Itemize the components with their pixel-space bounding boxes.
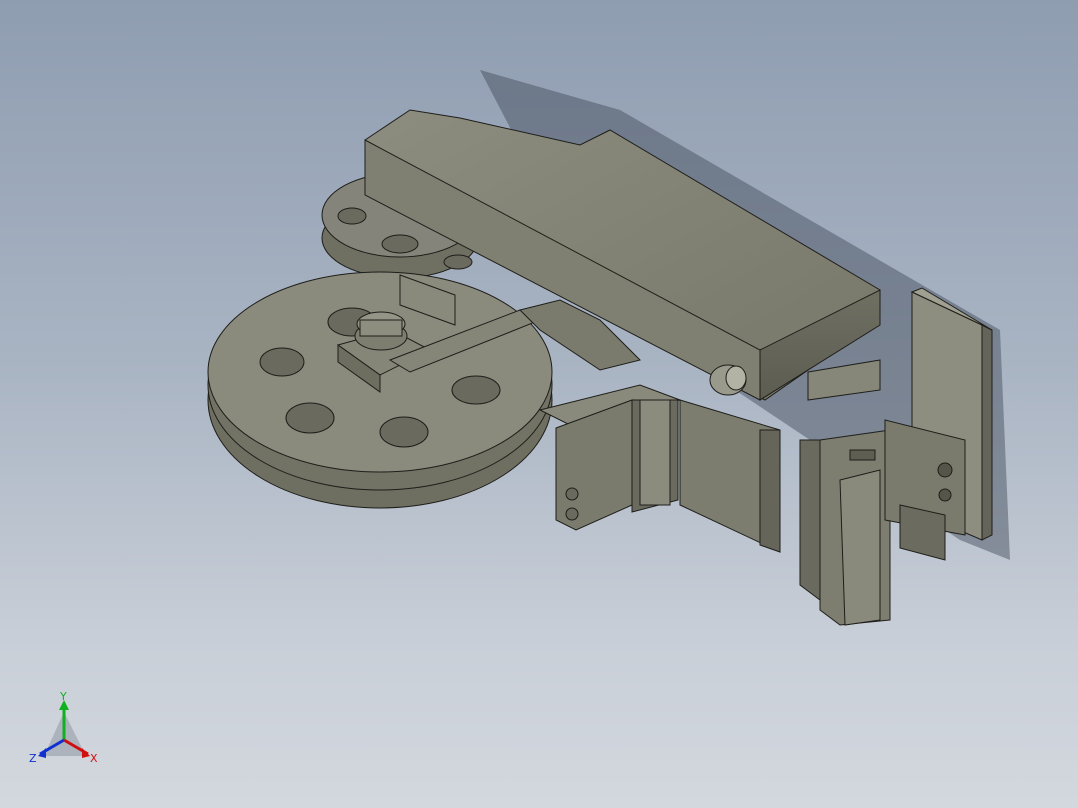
x-axis-arrow xyxy=(82,748,90,758)
adjust-knob[interactable] xyxy=(709,364,747,396)
mechanism-model[interactable] xyxy=(0,0,1078,808)
guide-panel xyxy=(679,399,781,553)
cad-3d-viewport[interactable]: Y X Z xyxy=(0,0,1078,808)
z-axis-label: Z xyxy=(29,752,37,765)
wheel-hole xyxy=(259,347,305,377)
wheel-hole xyxy=(379,416,429,448)
y-axis-label: Y xyxy=(59,692,67,703)
pneumatic-cylinder-left[interactable] xyxy=(538,384,682,531)
coordinate-triad: Y X Z xyxy=(29,692,98,765)
wheel-hole xyxy=(285,402,335,434)
wheel-hole xyxy=(451,375,501,405)
motor-block[interactable] xyxy=(884,419,966,561)
z-axis-arrow xyxy=(38,748,46,758)
x-axis-label: X xyxy=(90,752,98,765)
